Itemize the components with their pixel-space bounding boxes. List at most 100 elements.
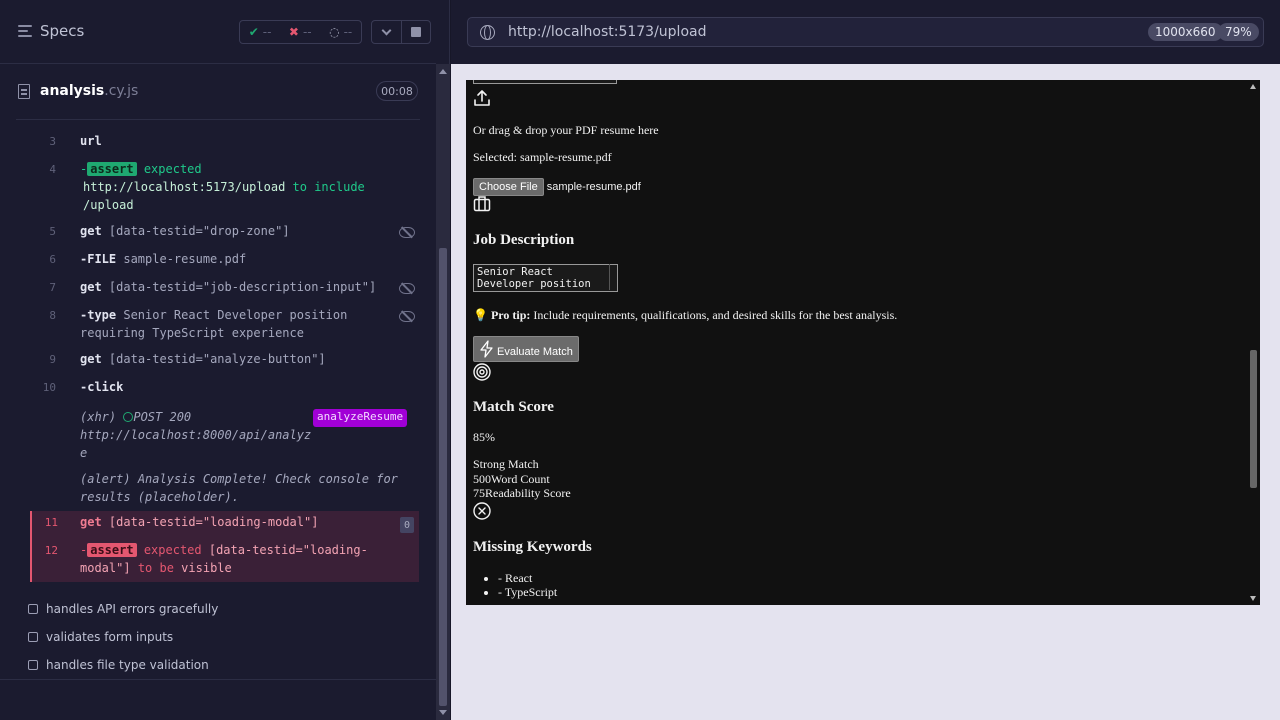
command-log: 3 url 4 - assert expected http://localhos… xyxy=(0,120,436,680)
list-item: - React xyxy=(498,571,557,585)
textarea-partial xyxy=(473,80,617,84)
test-status-icon xyxy=(28,632,38,642)
eye-slash-icon[interactable] xyxy=(399,283,415,294)
command-number: 6 xyxy=(49,253,56,266)
textarea-scrollbar[interactable] xyxy=(609,264,618,290)
match-score-heading: Match Score xyxy=(473,399,554,415)
test-item[interactable]: handles API errors gracefully xyxy=(28,602,218,616)
alias-badge[interactable]: analyzeResume xyxy=(313,409,408,427)
document-icon xyxy=(18,84,30,99)
menu-icon xyxy=(18,25,32,37)
target-icon xyxy=(473,363,491,381)
evaluate-match-button[interactable]: Evaluate Match xyxy=(473,336,579,362)
selected-file-text: Selected: sample-resume.pdf xyxy=(473,150,612,164)
command-number: 4 xyxy=(49,163,56,176)
spec-file-name: analysis.cy.js xyxy=(40,83,139,99)
command-log-scrollbar[interactable] xyxy=(436,64,450,720)
missing-keywords-list: - React - TypeScript xyxy=(466,571,557,599)
command-number: 11 xyxy=(44,516,58,529)
job-description-input[interactable]: Senior React Developer position xyxy=(473,264,618,292)
command-file[interactable]: -FILE sample-resume.pdf xyxy=(80,252,246,266)
scroll-down-icon[interactable] xyxy=(439,710,447,715)
aut-panel: http://localhost:5173/upload 1000x660 79… xyxy=(451,0,1280,720)
app-frame: Or drag & drop your PDF resume here Sele… xyxy=(466,80,1260,605)
command-click[interactable]: -click xyxy=(80,380,123,394)
command-assert-failed[interactable]: - assert expected [data-testid="loading- xyxy=(80,543,368,557)
match-strength: Strong Match xyxy=(473,457,539,471)
briefcase-icon xyxy=(473,196,491,212)
scroll-thumb[interactable] xyxy=(1250,350,1257,488)
spec-file-header: analysis.cy.js 00:08 xyxy=(16,72,420,120)
assert-detail: http://localhost:5173/upload to include xyxy=(83,180,365,194)
job-description-heading: Job Description xyxy=(473,232,575,248)
divider xyxy=(0,679,436,680)
stop-button[interactable] xyxy=(400,21,431,43)
xhr-url: http://localhost:8000/api/analyz xyxy=(80,428,312,442)
chosen-file-name: sample-resume.pdf xyxy=(546,181,641,193)
specs-toggle[interactable]: Specs xyxy=(18,22,84,40)
assert-tag: assert xyxy=(87,543,137,557)
command-number: 9 xyxy=(49,353,56,366)
pending-icon: ◌ xyxy=(329,25,340,39)
url-bar[interactable]: http://localhost:5173/upload 1000x660 79… xyxy=(467,17,1264,47)
scroll-up-icon[interactable] xyxy=(1250,84,1256,89)
list-item: - TypeScript xyxy=(498,585,557,599)
command-number: 7 xyxy=(49,281,56,294)
xhr-status-icon xyxy=(123,412,134,422)
command-get[interactable]: get [data-testid="job-description-input"… xyxy=(80,280,376,294)
runner-panel: Specs ✔ -- ✖ -- ◌ -- analysis.cy.js 00:08 3… xyxy=(0,0,450,720)
command-get[interactable]: get [data-testid="drop-zone"] xyxy=(80,224,290,238)
command-number: 3 xyxy=(49,135,56,148)
test-item[interactable]: validates form inputs xyxy=(28,630,173,644)
eye-slash-icon[interactable] xyxy=(399,227,415,238)
command-url[interactable]: url xyxy=(80,134,102,148)
viewport-badge: 1000x660 xyxy=(1148,23,1223,41)
readability-score: 75Readability Score xyxy=(473,486,571,500)
scroll-down-icon[interactable] xyxy=(1250,596,1256,601)
stop-icon xyxy=(410,27,421,37)
scroll-up-icon[interactable] xyxy=(439,69,447,74)
missing-keywords-heading: Missing Keywords xyxy=(473,539,592,555)
assert-detail-2: /upload xyxy=(83,198,134,212)
specs-header: Specs ✔ -- ✖ -- ◌ -- xyxy=(0,0,436,64)
zoom-badge: 79% xyxy=(1218,23,1259,41)
duration-badge: 00:08 xyxy=(376,81,418,101)
file-input[interactable]: Choose File sample-resume.pdf xyxy=(473,177,641,196)
scroll-thumb[interactable] xyxy=(439,248,447,706)
alert-log[interactable]: (alert) Analysis Complete! Check console… xyxy=(80,472,398,486)
chevron-down-icon[interactable] xyxy=(372,21,401,43)
element-count-badge: 0 xyxy=(400,517,414,533)
test-item[interactable]: handles file type validation xyxy=(28,658,209,672)
drag-drop-text: Or drag & drop your PDF resume here xyxy=(473,123,659,137)
app-scrollbar[interactable] xyxy=(1247,80,1260,605)
word-count: 500Word Count xyxy=(473,472,550,486)
globe-icon xyxy=(480,25,495,40)
test-status-icon xyxy=(28,660,38,670)
test-status-icon xyxy=(28,604,38,614)
command-get-failed[interactable]: get [data-testid="loading-modal"] xyxy=(80,515,318,529)
lightning-icon xyxy=(480,340,493,358)
failed-command-group: 11 get [data-testid="loading-modal"] 0 1… xyxy=(30,511,419,582)
command-number: 5 xyxy=(49,225,56,238)
command-type[interactable]: -type Senior React Developer position xyxy=(80,308,347,322)
check-icon: ✔ xyxy=(248,25,259,39)
x-circle-icon xyxy=(473,502,491,520)
assert-failed-detail: modal"] to be visible xyxy=(80,561,232,575)
command-number: 10 xyxy=(42,381,56,394)
xhr-log[interactable]: (xhr) POST 200 xyxy=(80,410,191,424)
pro-tip: 💡 Pro tip: Include requirements, qualifi… xyxy=(473,308,898,322)
browser-header: http://localhost:5173/upload 1000x660 79… xyxy=(451,0,1280,64)
command-number: 8 xyxy=(49,309,56,322)
cross-icon: ✖ xyxy=(288,25,299,39)
lightbulb-icon: 💡 xyxy=(473,308,488,322)
match-score-value: 85% xyxy=(473,430,495,444)
eye-slash-icon[interactable] xyxy=(399,311,415,322)
command-assert[interactable]: - assert expected xyxy=(80,162,202,176)
run-controls xyxy=(371,20,431,44)
command-get[interactable]: get [data-testid="analyze-button"] xyxy=(80,352,326,366)
type-arg-line2: requiring TypeScript experience xyxy=(80,326,304,340)
choose-file-button[interactable]: Choose File xyxy=(473,178,544,196)
assert-tag: assert xyxy=(87,162,137,176)
xhr-url-2: e xyxy=(80,446,88,460)
url-text: http://localhost:5173/upload xyxy=(508,24,707,40)
